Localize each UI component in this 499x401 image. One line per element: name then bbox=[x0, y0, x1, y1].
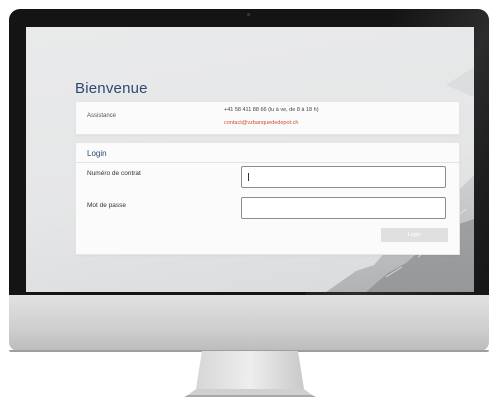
text-caret bbox=[248, 173, 249, 181]
password-label: Mot de passe bbox=[87, 202, 127, 209]
contract-number-label: Numéro de contrat bbox=[87, 170, 141, 177]
assistance-phone: +41 58 411 88 66 (lu à ve, de 8 à 18 h) bbox=[224, 107, 319, 113]
monitor-stand bbox=[184, 351, 316, 397]
login-card: Login Numéro de contrat Mot de passe Log… bbox=[75, 142, 460, 255]
camera-icon bbox=[247, 13, 250, 16]
monitor-bezel: Bienvenue Assistance +41 58 411 88 66 (l… bbox=[9, 9, 489, 295]
contract-number-input[interactable] bbox=[241, 166, 446, 188]
page-title: Bienvenue bbox=[75, 80, 148, 97]
monitor-chin bbox=[9, 295, 489, 351]
assistance-email-link[interactable]: contact@vzbanquededepot.ch bbox=[224, 120, 298, 126]
screen: Bienvenue Assistance +41 58 411 88 66 (l… bbox=[26, 27, 474, 292]
password-input[interactable] bbox=[241, 197, 446, 219]
assistance-card: Assistance +41 58 411 88 66 (lu à ve, de… bbox=[75, 101, 460, 135]
login-heading: Login bbox=[87, 149, 107, 158]
assistance-label: Assistance bbox=[87, 113, 117, 119]
login-divider bbox=[76, 162, 459, 163]
login-button[interactable]: Login bbox=[381, 228, 448, 242]
imac-scene: Bienvenue Assistance +41 58 411 88 66 (l… bbox=[0, 0, 499, 401]
